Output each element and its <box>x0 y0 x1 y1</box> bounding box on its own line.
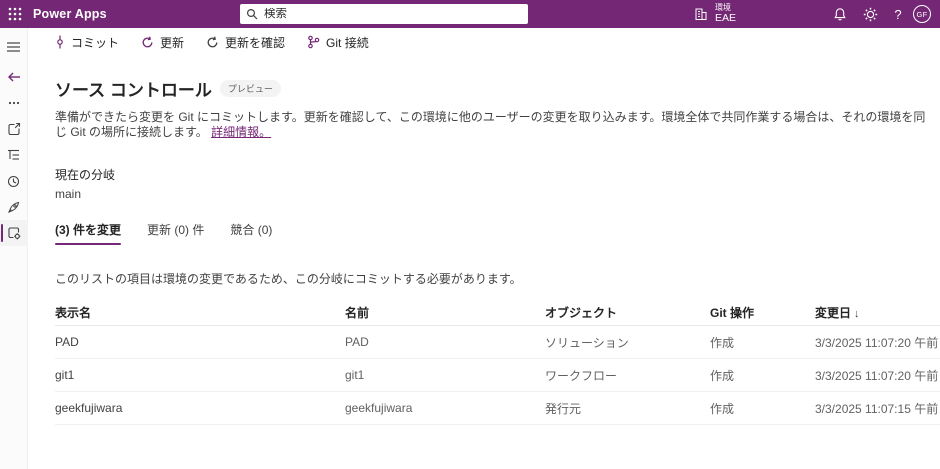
nav-back-button[interactable] <box>0 64 28 90</box>
tab-conflicts[interactable]: 競合 (0) <box>230 221 272 245</box>
source-control-page: ソース コントロール プレビュー 準備ができたら変更を Git にコミットします… <box>28 56 940 425</box>
page-title: ソース コントロール <box>55 81 212 100</box>
nav-more-button[interactable] <box>0 90 28 116</box>
gear-icon <box>863 7 877 21</box>
table-header: 表示名 名前 オブジェクト Git 操作 変更日 ↓ <box>55 300 940 326</box>
top-app-bar: Power Apps 環境 EAE <box>0 0 940 28</box>
check-updates-button[interactable]: 更新を確認 <box>206 34 285 51</box>
current-branch-name: main <box>55 187 82 201</box>
refresh-icon <box>142 36 153 47</box>
git-connect-button[interactable]: Git 接続 <box>307 34 369 51</box>
hamburger-icon <box>7 42 20 52</box>
environment-name: EAE <box>715 11 737 24</box>
rocket-icon <box>8 201 20 213</box>
changes-table: 表示名 名前 オブジェクト Git 操作 変更日 ↓ PAD PAD ソリューショ… <box>55 300 940 425</box>
more-icon <box>8 101 19 105</box>
col-modified-date[interactable]: 変更日 ↓ <box>815 304 940 321</box>
commit-label: コミット <box>71 35 120 50</box>
col-git-operation[interactable]: Git 操作 <box>710 304 815 321</box>
environment-picker[interactable]: 環境 EAE <box>694 0 736 28</box>
nav-item-pipelines[interactable] <box>0 142 28 168</box>
tab-changes[interactable]: (3) 件を変更 <box>55 221 122 245</box>
git-connect-label: Git 接続 <box>326 35 369 50</box>
learn-more-link[interactable]: 詳細情報。 <box>211 125 271 139</box>
nav-menu-button[interactable] <box>0 34 28 60</box>
nav-item-launch[interactable] <box>0 116 28 142</box>
waffle-icon[interactable] <box>8 7 22 21</box>
global-search[interactable] <box>240 4 528 24</box>
tree-list-icon <box>8 149 19 160</box>
nav-item-rocket[interactable] <box>0 194 28 220</box>
current-branch-label: 現在の分岐 <box>55 168 116 182</box>
nav-item-history[interactable] <box>0 168 28 194</box>
refresh-label: 更新 <box>160 35 185 50</box>
search-icon <box>246 8 258 20</box>
git-branch-icon <box>308 35 320 49</box>
settings-button[interactable] <box>856 0 884 28</box>
sort-desc-icon: ↓ <box>854 308 860 320</box>
bell-icon <box>834 8 846 21</box>
command-bar: コミット 更新 更新を確認 Git 接続 <box>28 28 940 56</box>
environment-icon <box>695 8 707 20</box>
app-title[interactable]: Power Apps <box>33 7 107 21</box>
refresh-button[interactable]: 更新 <box>141 34 184 51</box>
search-input[interactable] <box>264 8 522 20</box>
check-updates-label: 更新を確認 <box>225 35 286 50</box>
col-object[interactable]: オブジェクト <box>545 304 710 321</box>
history-icon <box>7 175 20 187</box>
left-nav-rail <box>0 28 28 469</box>
commit-icon <box>57 35 63 49</box>
table-row[interactable]: PAD PAD ソリューション 作成 3/3/2025 11:07:20 午前 <box>55 326 940 359</box>
refresh-check-icon <box>207 36 218 47</box>
col-name[interactable]: 名前 <box>345 304 545 321</box>
commit-button[interactable]: コミット <box>55 34 119 51</box>
launch-icon <box>7 122 20 136</box>
account-button[interactable]: GF <box>908 0 936 28</box>
page-description: 準備ができたら変更を Git にコミットします。更新を確認して、この環境に他のユ… <box>55 110 926 139</box>
col-display-name[interactable]: 表示名 <box>55 304 345 321</box>
preview-badge: プレビュー <box>219 80 281 97</box>
tab-strip: (3) 件を変更 更新 (0) 件 競合 (0) <box>55 221 940 245</box>
table-row[interactable]: geekfujiwara geekfujiwara 発行元 作成 3/3/202… <box>55 392 940 425</box>
changes-note: このリストの項目は環境の変更であるため、この分岐にコミットする必要があります。 <box>55 272 522 286</box>
back-arrow-icon <box>7 72 20 82</box>
avatar: GF <box>913 5 931 23</box>
table-row[interactable]: git1 git1 ワークフロー 作成 3/3/2025 11:07:20 午前 <box>55 359 940 392</box>
tab-updates[interactable]: 更新 (0) 件 <box>147 221 204 245</box>
notifications-button[interactable] <box>826 0 854 28</box>
source-control-icon <box>7 227 20 240</box>
nav-item-source-control[interactable] <box>0 220 28 246</box>
